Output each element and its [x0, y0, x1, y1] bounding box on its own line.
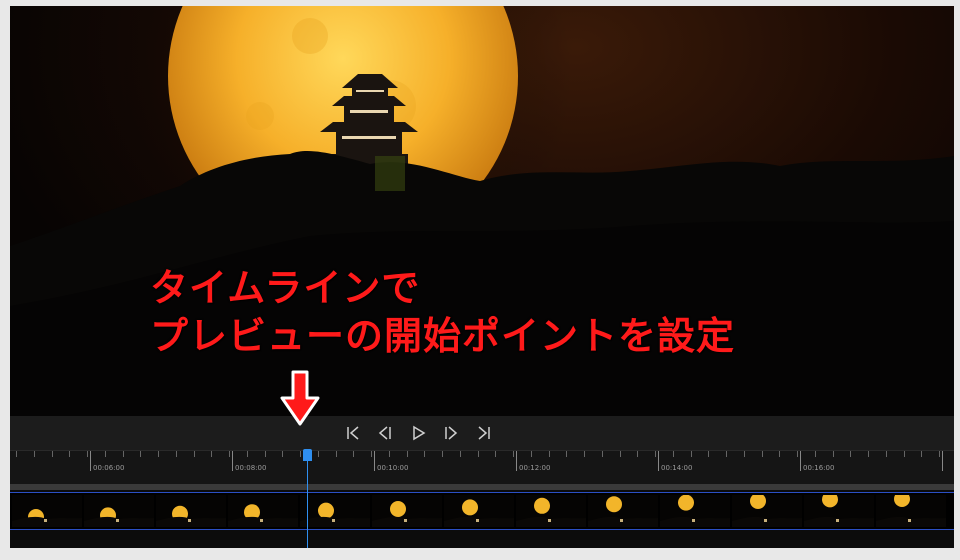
ruler-minor-tick [158, 451, 159, 457]
ruler-minor-tick [637, 451, 639, 457]
ruler-minor-tick [513, 451, 514, 457]
playhead-line [307, 454, 308, 548]
ruler-minor-tick [317, 451, 319, 457]
ruler-minor-tick [814, 451, 816, 457]
ruler-major-tick [800, 451, 801, 471]
play-icon[interactable] [409, 424, 427, 442]
ruler-minor-tick [300, 451, 301, 457]
ruler-minor-tick [530, 451, 532, 457]
skip-to-end-icon[interactable] [475, 424, 493, 442]
ruler-minor-tick [548, 451, 550, 457]
ruler-minor-tick [140, 451, 142, 457]
ruler-minor-tick [868, 451, 869, 457]
filmstrip-thumbnail [804, 495, 874, 527]
filmstrip-thumbnail [444, 495, 514, 527]
ruler-time-label: 00:08:00 [235, 464, 267, 472]
ruler-minor-tick [619, 451, 621, 457]
ruler-minor-tick [850, 451, 852, 457]
annotation-line-1: タイムラインで [150, 266, 421, 310]
filmstrip-thumbnail [516, 495, 586, 527]
filmstrip-thumbnail [84, 495, 154, 527]
ruler-minor-tick [566, 451, 568, 457]
filmstrip-thumbnail [228, 495, 298, 527]
ruler-minor-tick [832, 451, 834, 457]
ruler-time-label: 00:06:00 [93, 464, 125, 472]
ruler-major-tick [374, 451, 375, 471]
ruler-minor-tick [779, 451, 781, 457]
ruler-minor-tick [690, 451, 692, 457]
ruler-minor-tick [371, 451, 372, 457]
ruler-minor-tick [601, 451, 603, 457]
ruler-minor-tick [122, 451, 124, 457]
ruler-minor-tick [264, 451, 266, 457]
ruler-minor-tick [104, 451, 106, 457]
ruler-major-tick [90, 451, 91, 471]
ruler-minor-tick [743, 451, 745, 457]
timeline-ruler[interactable]: 00:06:00 00:08:00 00:10:00 00:12:00 00:14:00… [10, 450, 954, 485]
ruler-minor-tick [797, 451, 798, 457]
ruler-minor-tick [16, 451, 17, 457]
filmstrip-thumbnail [876, 495, 946, 527]
skip-to-start-icon[interactable] [344, 424, 362, 442]
ruler-minor-tick [246, 451, 248, 457]
ruler-time-label: 00:16:00 [803, 464, 835, 472]
ruler-major-tick [516, 451, 517, 471]
filmstrip-thumbnail [732, 495, 802, 527]
ruler-minor-tick [69, 451, 71, 457]
ruler-minor-tick [442, 451, 443, 457]
ruler-minor-tick [229, 451, 230, 457]
ruler-minor-tick [424, 451, 426, 457]
ruler-minor-tick [672, 451, 674, 457]
ruler-time-label: 00:10:00 [377, 464, 409, 472]
ruler-time-label: 00:12:00 [519, 464, 551, 472]
ruler-minor-tick [761, 451, 763, 457]
ruler-major-tick [232, 451, 233, 471]
ruler-minor-tick [477, 451, 479, 457]
ruler-minor-tick [708, 451, 710, 457]
ruler-minor-tick [495, 451, 497, 457]
ruler-minor-tick [459, 451, 461, 457]
preview-viewer: タイムラインで プレビューの開始ポイントを設定 [10, 6, 954, 416]
ruler-minor-tick [282, 451, 284, 457]
ruler-minor-tick [939, 451, 940, 457]
playhead-handle[interactable] [303, 449, 312, 461]
timeline-scrollbar[interactable] [10, 484, 954, 490]
annotation-caption: タイムラインで プレビューの開始ポイントを設定 [150, 264, 735, 360]
ruler-minor-tick [406, 451, 408, 457]
next-frame-icon[interactable] [442, 424, 460, 442]
ruler-minor-tick [388, 451, 390, 457]
annotation-line-2: プレビューの開始ポイントを設定 [150, 314, 736, 358]
ruler-minor-tick [655, 451, 656, 457]
filmstrip-thumbnail [660, 495, 730, 527]
ruler-minor-tick [885, 451, 887, 457]
previous-frame-icon[interactable] [376, 424, 394, 442]
ruler-minor-tick [726, 451, 727, 457]
playback-controls [10, 416, 954, 450]
ruler-major-tick [942, 451, 943, 471]
filmstrip-thumbnail [156, 495, 226, 527]
ruler-minor-tick [193, 451, 195, 457]
filmstrip-thumbnail [588, 495, 658, 527]
filmstrip-thumbnail [300, 495, 370, 527]
video-editor-window: タイムラインで プレビューの開始ポイントを設定 00:06:00 00:08:00… [10, 6, 954, 548]
video-track[interactable] [10, 492, 954, 530]
ruler-minor-tick [175, 451, 177, 457]
ruler-minor-tick [903, 451, 905, 457]
ruler-minor-tick [353, 451, 355, 457]
ruler-minor-tick [584, 451, 585, 457]
filmstrip-thumbnail [12, 495, 82, 527]
ruler-major-tick [658, 451, 659, 471]
filmstrip-thumbnail [372, 495, 442, 527]
ruler-minor-tick [87, 451, 88, 457]
ruler-minor-tick [921, 451, 923, 457]
ruler-time-label: 00:14:00 [661, 464, 693, 472]
ruler-minor-tick [335, 451, 337, 457]
ruler-minor-tick [211, 451, 213, 457]
ruler-minor-tick [33, 451, 35, 457]
ruler-minor-tick [51, 451, 53, 457]
annotation-arrow-down-icon [280, 370, 320, 426]
